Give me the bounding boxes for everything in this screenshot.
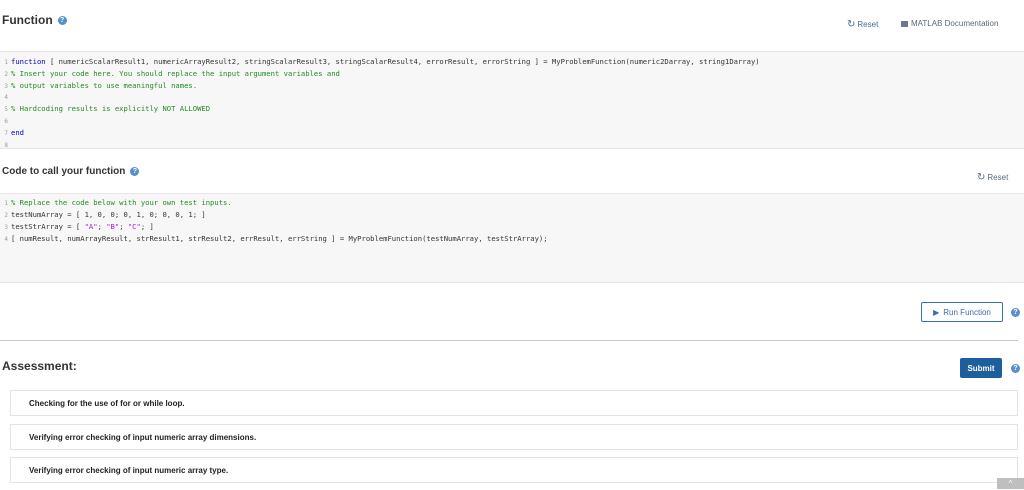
code-token: function: [11, 57, 46, 66]
code-token: ; ]: [140, 222, 154, 231]
code-token: testNumArray = [ 1, 0, 0; 0, 1, 0; 0, 0,…: [11, 210, 206, 219]
call-code-editor[interactable]: 1% Replace the code below with your own …: [0, 193, 1024, 283]
run-function-label: Run Function: [943, 307, 991, 317]
line-number: 2: [4, 212, 8, 219]
code-line[interactable]: 4: [0, 92, 1010, 102]
line-number: 3: [4, 82, 8, 90]
code-line[interactable]: 6: [0, 116, 1010, 126]
code-token: % Hardcoding results is explicitly NOT A…: [11, 104, 211, 114]
code-token: "C": [127, 222, 141, 231]
refresh-icon: ↻: [977, 172, 986, 183]
code-line[interactable]: 2 testNumArray = [ 1, 0, 0; 0, 1, 0; 0, 0…: [0, 210, 1010, 220]
run-function-button[interactable]: ▶ Run Function: [921, 302, 1003, 322]
line-number: 8: [4, 141, 8, 149]
help-circle-icon[interactable]: ?: [130, 167, 140, 176]
refresh-icon: ↻: [847, 19, 856, 30]
code-token: % output variables to use meaningful nam…: [11, 80, 198, 90]
line-number: 3: [4, 224, 8, 231]
function-code-editor[interactable]: 1 function [ numericScalarResult1, numeri…: [0, 51, 1024, 149]
assessment-title: Assessment:: [2, 359, 77, 373]
code-line[interactable]: 1% Replace the code below with your own …: [0, 198, 1010, 208]
line-number: 1: [4, 59, 8, 66]
function-reset-label: Reset: [857, 20, 879, 29]
line-number: 4: [4, 236, 8, 243]
code-line[interactable]: 8: [0, 140, 1010, 150]
code-line[interactable]: 2% Insert your code here. You should rep…: [0, 69, 1010, 79]
code-token: [ numResult, numArrayResult, strResult1,…: [11, 234, 548, 243]
matlab-documentation-link[interactable]: MATLAB Documentation: [901, 19, 998, 28]
function-title-row: Function ?: [2, 13, 67, 27]
function-title: Function: [2, 13, 53, 27]
help-circle-icon[interactable]: ?: [1011, 308, 1020, 317]
code-token: "B": [106, 222, 120, 231]
function-reset-button[interactable]: ↻ Reset: [847, 19, 878, 30]
line-number: 1: [4, 200, 8, 207]
code-line[interactable]: 3% output variables to use meaningful na…: [0, 81, 1010, 91]
code-token: testStrArray = [: [11, 222, 85, 231]
call-title-row: Code to call your function ?: [2, 166, 140, 177]
section-divider: [0, 340, 1018, 341]
matlab-documentation-label: MATLAB Documentation: [911, 19, 999, 28]
call-reset-label: Reset: [987, 173, 1009, 182]
code-token: ;: [97, 222, 107, 231]
submit-button[interactable]: Submit: [960, 358, 1002, 378]
code-line[interactable]: 4[ numResult, numArrayResult, strResult1…: [0, 234, 1010, 244]
line-number: 6: [4, 118, 8, 125]
code-token: % Insert your code here. You should repl…: [11, 68, 340, 78]
line-number: 7: [4, 129, 8, 137]
code-line[interactable]: 5% Hardcoding results is explicitly NOT …: [0, 104, 1010, 114]
assessment-check-item[interactable]: Verifying error checking of input numeri…: [10, 424, 1018, 450]
play-icon: ▶: [933, 307, 940, 317]
call-reset-button[interactable]: ↻ Reset: [977, 172, 1008, 183]
assessment-check-item[interactable]: Checking for the use of for or while loo…: [10, 390, 1018, 416]
line-number: 4: [4, 94, 8, 102]
code-line[interactable]: 3 testStrArray = [ "A"; "B"; "C"; ]: [0, 222, 1010, 232]
help-circle-icon[interactable]: ?: [1011, 364, 1020, 373]
code-token: % Replace the code below with your own t…: [11, 198, 232, 207]
document-icon: [901, 20, 908, 27]
code-token: ;: [119, 222, 128, 231]
chevron-up-icon[interactable]: ^: [997, 478, 1024, 489]
code-line[interactable]: 1 function [ numericScalarResult1, numeri…: [0, 57, 1010, 67]
code-token: end: [11, 127, 24, 137]
call-section-title: Code to call your function: [2, 166, 126, 177]
code-line[interactable]: 7 end: [0, 128, 1010, 138]
code-token: "A": [84, 222, 98, 231]
line-number: 2: [4, 70, 8, 78]
help-circle-icon[interactable]: ?: [57, 15, 67, 25]
line-number: 5: [4, 106, 8, 114]
assessment-check-item[interactable]: Verifying error checking of input numeri…: [10, 457, 1018, 483]
code-token: [ numericScalarResult1, numericArrayResu…: [45, 57, 760, 66]
